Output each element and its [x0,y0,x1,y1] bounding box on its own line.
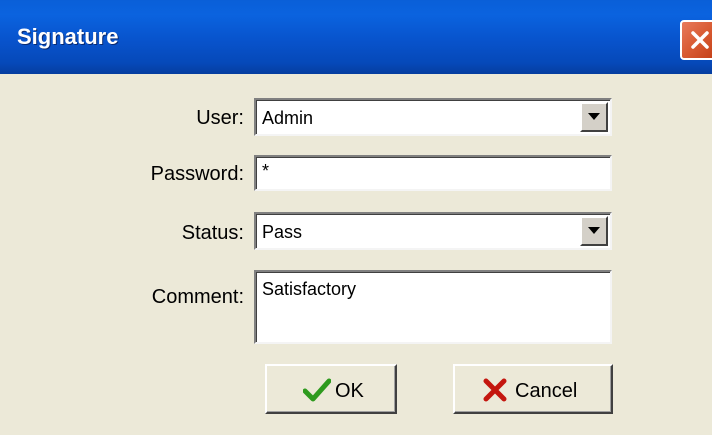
password-value: * [262,161,270,181]
user-select[interactable]: Admin [254,98,612,136]
checkmark-icon [303,378,331,402]
comment-value: Satisfactory [262,279,357,299]
title-bar: Signature [0,0,712,74]
chevron-down-icon [588,227,600,234]
password-field[interactable]: * [254,155,612,191]
cancel-button[interactable]: Cancel [453,364,613,414]
window-title: Signature [17,24,119,49]
user-value: Admin [262,108,314,128]
password-label: Password: [150,163,244,185]
comment-textarea[interactable]: Satisfactory [254,270,612,344]
user-label: User: [196,107,244,129]
status-select[interactable]: Pass [254,212,612,250]
comment-label: Comment: [151,286,244,308]
ok-label: OK [335,380,364,402]
cross-icon [483,378,507,402]
close-button[interactable] [680,20,712,60]
ok-button[interactable]: OK [265,364,397,414]
close-icon [691,31,709,49]
status-value: Pass [262,222,303,242]
cancel-label: Cancel [515,380,578,402]
status-label: Status: [181,222,244,244]
status-dropdown-button[interactable] [580,216,608,246]
chevron-down-icon [588,113,600,120]
user-dropdown-button[interactable] [580,102,608,132]
